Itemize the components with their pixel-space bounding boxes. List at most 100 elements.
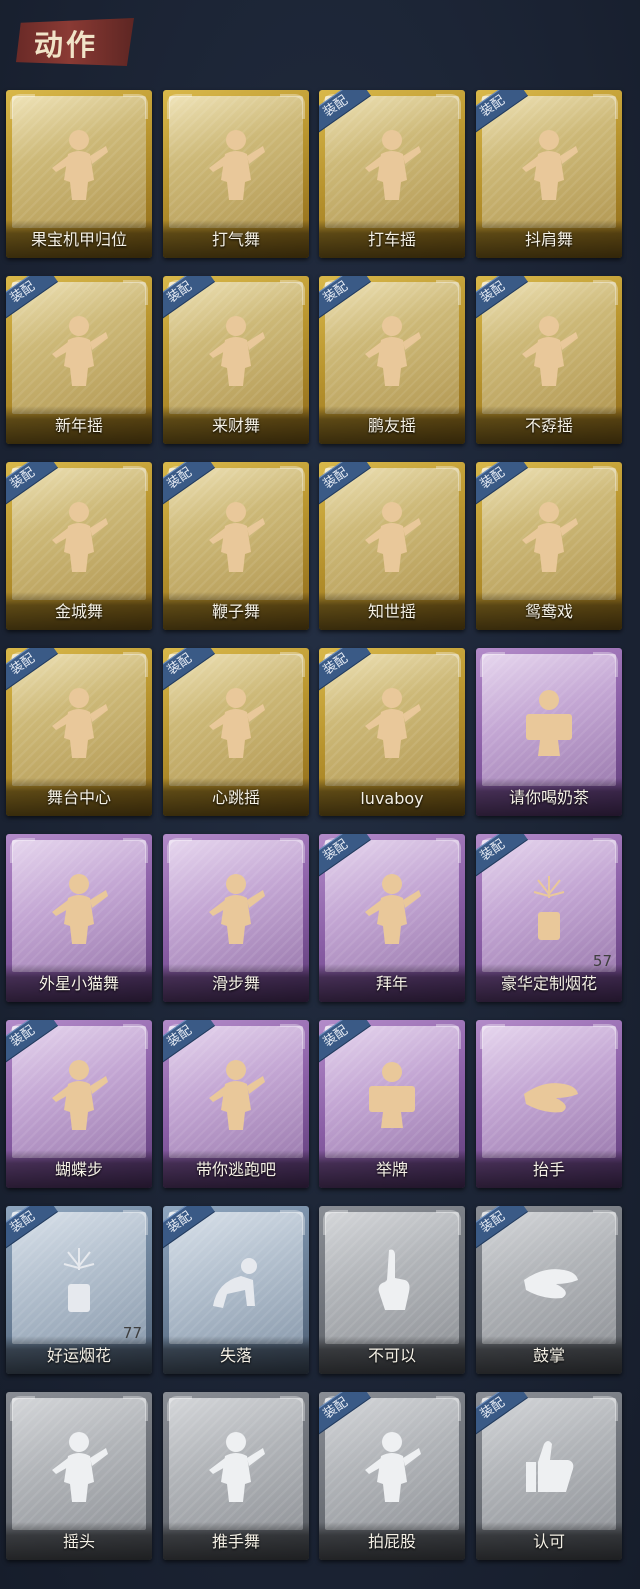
card-corner-ornament — [280, 280, 305, 305]
figure-icon — [365, 316, 421, 386]
card-corner-ornament — [123, 1024, 148, 1049]
emote-card[interactable]: 请你喝奶茶 — [476, 648, 622, 816]
emote-card[interactable]: 装配 拜年 — [319, 834, 465, 1002]
emote-card[interactable]: 推手舞 — [163, 1392, 309, 1560]
emote-card[interactable]: 抬手 — [476, 1020, 622, 1188]
figure-icon — [365, 1432, 421, 1502]
card-corner-ornament — [280, 838, 305, 863]
emote-card[interactable]: 不可以 — [319, 1206, 465, 1374]
emote-card[interactable]: 摇头 — [6, 1392, 152, 1560]
emote-card[interactable]: 装配 失落 — [163, 1206, 309, 1374]
card-corner-ornament — [436, 1210, 461, 1235]
figure-icon — [52, 1432, 108, 1502]
emote-label: 拜年 — [375, 974, 408, 993]
figure-icon — [522, 502, 578, 572]
card-corner-ornament — [123, 1396, 148, 1421]
card-corner-ornament — [436, 1024, 461, 1049]
emote-label: 拍屁股 — [367, 1532, 416, 1551]
hand-icon — [524, 1083, 578, 1113]
emote-label: 不孬摇 — [524, 416, 573, 435]
emote-label: 鼓掌 — [532, 1346, 565, 1365]
emote-card[interactable]: 装配 鼓掌 — [476, 1206, 622, 1374]
emote-label: 带你逃跑吧 — [195, 1160, 276, 1179]
emote-label: 认可 — [532, 1532, 565, 1551]
card-corner-ornament — [10, 1396, 35, 1421]
figure-icon — [209, 502, 265, 572]
figure-icon — [52, 130, 108, 200]
card-corner-ornament — [593, 94, 618, 119]
fireworks-icon — [533, 876, 565, 940]
figure-icon — [365, 502, 421, 572]
emote-label: 蝴蝶步 — [54, 1160, 103, 1179]
figure-icon — [365, 688, 421, 758]
card-corner-ornament — [436, 94, 461, 119]
emote-label: 滑步舞 — [211, 974, 260, 993]
emote-label: 抖肩舞 — [524, 230, 573, 249]
emote-card[interactable]: 装配 新年摇 — [6, 276, 152, 444]
emote-card[interactable]: 装配 举牌 — [319, 1020, 465, 1188]
figure-icon — [365, 874, 421, 944]
emote-label: 鸳鸯戏 — [524, 602, 573, 621]
emote-card[interactable]: 外星小猫舞 — [6, 834, 152, 1002]
emote-card[interactable]: 装配 打车摇 — [319, 90, 465, 258]
emote-card[interactable]: 装配 舞台中心 — [6, 648, 152, 816]
emote-card[interactable]: 装配 认可 — [476, 1392, 622, 1560]
emote-card[interactable]: 装配 鞭子舞 — [163, 462, 309, 630]
card-corner-ornament — [436, 466, 461, 491]
emote-card[interactable]: 打气舞 — [163, 90, 309, 258]
card-corner-ornament — [280, 1024, 305, 1049]
emote-card[interactable]: 装配 来财舞 — [163, 276, 309, 444]
emote-label: luvaboy — [360, 789, 424, 808]
emote-card[interactable]: 装配 金城舞 — [6, 462, 152, 630]
emote-label: 失落 — [219, 1346, 252, 1365]
emote-card[interactable]: 装配 不孬摇 — [476, 276, 622, 444]
emote-card[interactable]: 装配 知世摇 — [319, 462, 465, 630]
fireworks-icon — [63, 1248, 95, 1312]
figure-icon — [209, 1432, 265, 1502]
figure-icon — [209, 316, 265, 386]
emote-card[interactable]: 装配 蝴蝶步 — [6, 1020, 152, 1188]
sign-figure-icon — [369, 1062, 415, 1128]
emote-card[interactable]: 果宝机甲归位 — [6, 90, 152, 258]
card-corner-ornament — [480, 1024, 505, 1049]
emote-card[interactable]: 装配 57 豪华定制烟花 — [476, 834, 622, 1002]
emote-label: 摇头 — [62, 1532, 95, 1551]
emote-card[interactable]: 装配 抖肩舞 — [476, 90, 622, 258]
card-corner-ornament — [593, 1396, 618, 1421]
emote-card[interactable]: 装配 心跳摇 — [163, 648, 309, 816]
emote-label: 好运烟花 — [46, 1346, 111, 1365]
card-corner-ornament — [480, 652, 505, 677]
figure-icon — [365, 130, 421, 200]
card-corner-ornament — [593, 838, 618, 863]
emote-card[interactable]: 滑步舞 — [163, 834, 309, 1002]
emote-card[interactable]: 装配 鸳鸯戏 — [476, 462, 622, 630]
emote-label: 推手舞 — [211, 1532, 260, 1551]
section-title: 动作 — [34, 28, 99, 62]
emote-card[interactable]: 装配 鹏友摇 — [319, 276, 465, 444]
card-corner-ornament — [436, 1396, 461, 1421]
card-corner-ornament — [593, 652, 618, 677]
emote-label: 果宝机甲归位 — [30, 230, 127, 249]
figure-icon — [209, 1060, 265, 1130]
thumbs-up-icon — [526, 1441, 574, 1492]
card-corner-ornament — [280, 1396, 305, 1421]
emote-card[interactable]: 装配 77 好运烟花 — [6, 1206, 152, 1374]
figure-icon — [52, 688, 108, 758]
emote-label: 外星小猫舞 — [38, 974, 119, 993]
finger-icon — [378, 1249, 410, 1310]
emote-label: 豪华定制烟花 — [500, 974, 597, 993]
emote-label: 鞭子舞 — [211, 602, 260, 621]
card-corner-ornament — [167, 1396, 192, 1421]
card-corner-ornament — [593, 1210, 618, 1235]
emote-label: 不可以 — [367, 1346, 416, 1365]
emote-label: 打车摇 — [367, 230, 416, 249]
figure-icon — [209, 874, 265, 944]
emote-card[interactable]: 装配 拍屁股 — [319, 1392, 465, 1560]
figure-icon — [52, 316, 108, 386]
emote-card[interactable]: 装配 luvaboy — [319, 648, 465, 816]
crawl-figure-icon — [213, 1258, 257, 1308]
emote-card[interactable]: 装配 带你逃跑吧 — [163, 1020, 309, 1188]
card-corner-ornament — [123, 652, 148, 677]
emote-label: 打气舞 — [211, 230, 260, 249]
card-corner-ornament — [436, 838, 461, 863]
